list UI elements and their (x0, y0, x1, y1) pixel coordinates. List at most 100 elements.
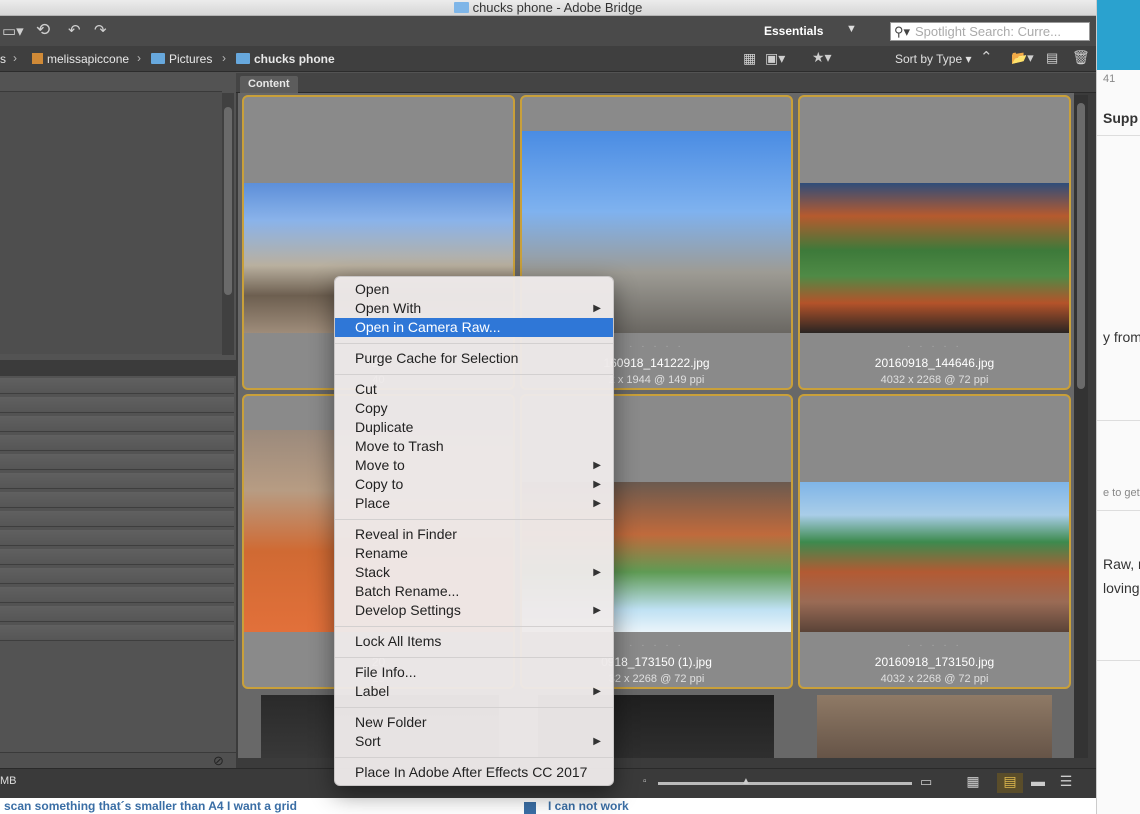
menu-separator (335, 626, 613, 627)
panel-row[interactable] (0, 492, 234, 508)
panel-row[interactable] (0, 397, 234, 413)
menu-item-label[interactable]: Label ▶ (335, 682, 613, 701)
breadcrumb-separator-icon: › (13, 51, 17, 65)
menu-item-stack[interactable]: Stack ▶ (335, 563, 613, 582)
tab-content[interactable]: Content (240, 76, 298, 93)
search-icon: ⚲▾ (894, 24, 911, 39)
submenu-arrow-icon: ▶ (593, 686, 601, 697)
panel-row[interactable] (0, 549, 234, 565)
menu-item-move-to[interactable]: Move to ▶ (335, 456, 613, 475)
view-details-icon[interactable]: ▬ (1025, 773, 1051, 793)
breadcrumb-item[interactable]: Pictures (151, 52, 212, 66)
menu-separator (335, 519, 613, 520)
thumbnail-card[interactable] (817, 695, 1052, 758)
background-browser-page: 41 Supp y from e to getti Raw, no loving… (1096, 0, 1140, 814)
menu-item-file-info[interactable]: File Info... (335, 663, 613, 682)
thumbnail-card[interactable]: · · · · · 20160918_173150.jpg 4032 x 226… (798, 394, 1071, 689)
rating-dots[interactable]: · · · · · (800, 341, 1069, 352)
thumbnail-image (800, 482, 1069, 632)
filter-star-icon[interactable]: ★▾ (812, 49, 832, 66)
view-thumbnails-icon[interactable]: ▤ (997, 773, 1023, 793)
panel-row[interactable] (0, 378, 234, 394)
rating-dots[interactable]: · · · · · (800, 640, 1069, 651)
menu-separator (335, 374, 613, 375)
menu-item-duplicate[interactable]: Duplicate (335, 418, 613, 437)
search-placeholder: Spotlight Search: Curre... (915, 24, 1061, 39)
submenu-arrow-icon: ▶ (593, 479, 601, 490)
background-text: 41 (1103, 73, 1116, 85)
panel-row[interactable] (0, 511, 234, 527)
submenu-arrow-icon: ▶ (593, 498, 601, 509)
redo-icon[interactable]: ↷ (94, 21, 107, 39)
thumbnail-image (800, 183, 1069, 333)
sort-ascending-icon[interactable]: ⌃ (980, 48, 993, 66)
open-recent-folder-icon[interactable]: 📂▾ (1011, 50, 1034, 66)
undo-icon[interactable]: ↶ (68, 21, 81, 39)
quality-grid-icon[interactable]: ▦ (743, 50, 756, 67)
search-input[interactable]: ⚲▾ Spotlight Search: Curre... (890, 22, 1090, 41)
workspace-essentials[interactable]: Essentials (764, 24, 823, 38)
workspace-chevron-icon[interactable]: ▼ (846, 23, 857, 35)
background-text: y from (1103, 329, 1140, 345)
panel-row[interactable] (0, 568, 234, 584)
menu-item-place[interactable]: Place ▶ (335, 494, 613, 513)
zoom-out-icon[interactable]: ▫ (643, 776, 647, 787)
folder-icon (236, 53, 250, 64)
menu-item-reveal-in-finder[interactable]: Reveal in Finder (335, 525, 613, 544)
breadcrumb-item[interactable]: chucks phone (236, 52, 335, 66)
menu-item-new-folder[interactable]: New Folder (335, 713, 613, 732)
panel-row[interactable] (0, 530, 234, 546)
no-filter-icon[interactable]: ⊘ (213, 753, 224, 769)
menu-item-develop-settings[interactable]: Develop Settings ▶ (335, 601, 613, 620)
view-list-icon[interactable]: ☰ (1053, 773, 1079, 793)
panel-row[interactable] (0, 625, 234, 641)
folders-panel (0, 91, 222, 354)
menu-item-open-in-camera-raw[interactable]: Open in Camera Raw... (335, 318, 613, 337)
panel-row[interactable] (0, 587, 234, 603)
panel-row[interactable] (0, 416, 234, 432)
context-menu: Open Open With ▶ Open in Camera Raw... Pu… (334, 276, 614, 786)
background-text: e to getti (1103, 487, 1140, 499)
refine-icon[interactable]: ⟲ (36, 20, 50, 40)
menu-item-purge-cache[interactable]: Purge Cache for Selection (335, 349, 613, 368)
menu-item-copy-to[interactable]: Copy to ▶ (335, 475, 613, 494)
trash-icon[interactable]: 🗑 (1072, 49, 1090, 66)
submenu-arrow-icon: ▶ (593, 460, 601, 471)
new-folder-icon[interactable]: ▤ (1046, 50, 1058, 66)
lock-grid-icon[interactable]: ▦ (960, 773, 986, 793)
slider-handle[interactable]: ▲ (741, 776, 751, 787)
background-header-band (1097, 0, 1140, 70)
breadcrumb-item[interactable]: s (0, 52, 6, 66)
thumbnail-card[interactable]: · · · · · 20160918_144646.jpg 4032 x 226… (798, 95, 1071, 390)
forum-link[interactable]: scan something that´s smaller than A4 I … (4, 799, 297, 813)
menu-item-lock-all-items[interactable]: Lock All Items (335, 632, 613, 651)
menu-item-open[interactable]: Open (335, 280, 613, 299)
breadcrumb-separator-icon: › (137, 51, 141, 65)
forum-link[interactable]: I can not work (548, 799, 629, 813)
menu-item-move-to-trash[interactable]: Move to Trash (335, 437, 613, 456)
menu-item-place-in-after-effects[interactable]: Place In Adobe After Effects CC 2017 (335, 763, 613, 782)
content-scrollbar[interactable] (1074, 95, 1088, 758)
left-panel-footer: ⊘ (0, 752, 236, 768)
review-mode-icon[interactable]: ▣▾ (765, 50, 785, 67)
panel-row[interactable] (0, 454, 234, 470)
reveal-recent-icon[interactable]: ▭▾ (2, 22, 24, 40)
menu-item-batch-rename[interactable]: Batch Rename... (335, 582, 613, 601)
submenu-arrow-icon: ▶ (593, 303, 601, 314)
menu-item-rename[interactable]: Rename (335, 544, 613, 563)
breadcrumb-item[interactable]: melissapiccone (32, 52, 129, 66)
menu-item-cut[interactable]: Cut (335, 380, 613, 399)
zoom-in-icon[interactable]: ▭ (920, 774, 932, 790)
thumbnail-size-slider[interactable] (658, 782, 912, 785)
menu-item-copy[interactable]: Copy (335, 399, 613, 418)
sort-by-dropdown[interactable]: Sort by Type ▾ (895, 52, 972, 66)
window-title: chucks phone - Adobe Bridge (472, 0, 643, 15)
panel-row[interactable] (0, 435, 234, 451)
menu-item-open-with[interactable]: Open With ▶ (335, 299, 613, 318)
folder-icon (151, 53, 165, 64)
left-scrollbar[interactable] (222, 93, 234, 355)
panel-row[interactable] (0, 473, 234, 489)
menu-separator (335, 707, 613, 708)
menu-item-sort[interactable]: Sort ▶ (335, 732, 613, 751)
panel-row[interactable] (0, 606, 234, 622)
